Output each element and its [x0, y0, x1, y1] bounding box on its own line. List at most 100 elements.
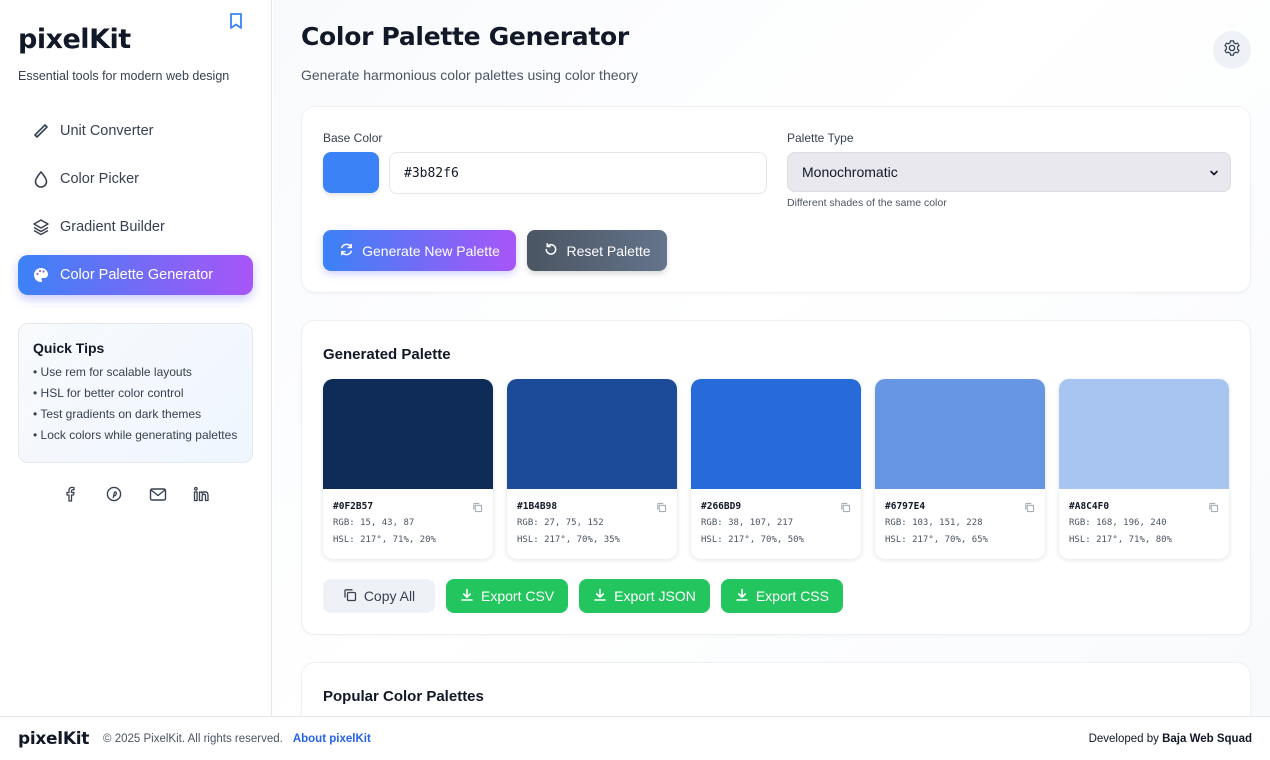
pinterest-icon[interactable] [105, 485, 123, 503]
color-rgb: RGB: 103, 151, 228 [885, 518, 983, 528]
generate-palette-label: Generate New Palette [362, 242, 500, 259]
download-icon [593, 588, 607, 605]
sidebar-item-color-picker[interactable]: Color Picker [18, 159, 253, 199]
export-css-label: Export CSS [755, 588, 829, 604]
color-hsl: HSL: 217°, 70%, 50% [701, 535, 804, 545]
refresh-icon [339, 242, 354, 260]
copy-icon [343, 588, 357, 605]
sidebar-item-gradient-builder[interactable]: Gradient Builder [18, 207, 253, 247]
color-card[interactable]: #1B4B98 RGB: 27, 75, 152 HSL: 217°, 70%,… [507, 379, 677, 559]
color-hex: #266BD9 [701, 501, 742, 512]
color-card[interactable]: #266BD9 RGB: 38, 107, 217 HSL: 217°, 70%… [691, 379, 861, 559]
color-hsl: HSL: 217°, 71%, 80% [1069, 535, 1172, 545]
popular-palettes-card: Popular Color Palettes [301, 662, 1251, 716]
copy-all-label: Copy All [363, 588, 416, 604]
download-icon [460, 588, 474, 605]
export-csv-label: Export CSV [481, 588, 555, 604]
sidebar-item-label: Color Picker [60, 171, 139, 187]
color-swatch[interactable] [1059, 379, 1229, 489]
copy-icon[interactable] [1208, 500, 1219, 513]
tip-item: • Test gradients on dark themes [33, 407, 202, 421]
settings-button[interactable] [1213, 31, 1251, 69]
tip-item: • Lock colors while generating palettes [33, 428, 238, 442]
undo-icon [543, 242, 558, 260]
page-title: Color Palette Generator [301, 22, 629, 51]
tip-item: • HSL for better color control [33, 386, 184, 400]
chevron-down-icon [1208, 166, 1220, 178]
reset-palette-button[interactable]: Reset Palette [527, 230, 667, 271]
social-links [18, 485, 253, 503]
export-csv-button[interactable]: Export CSV [446, 579, 569, 613]
copy-icon[interactable] [1024, 500, 1035, 513]
copy-icon[interactable] [840, 500, 851, 513]
export-css-button[interactable]: Export CSS [720, 579, 843, 613]
copy-icon[interactable] [472, 500, 483, 513]
sidebar-item-label: Unit Converter [60, 123, 154, 139]
brand-logo[interactable]: pixelKit [18, 24, 253, 55]
sidebar-item-label: Gradient Builder [60, 219, 165, 235]
tip-item: • Use rem for scalable layouts [33, 365, 192, 379]
sidebar-nav: Unit Converter Color Picker Gradient Bui… [18, 111, 253, 295]
palette-icon [32, 266, 50, 284]
palette-type-select[interactable]: Monochromatic [787, 152, 1231, 192]
quick-tips-title: Quick Tips [33, 340, 105, 356]
quick-tips-panel: Quick Tips • Use rem for scalable layout… [18, 323, 253, 463]
color-swatch[interactable] [691, 379, 861, 489]
sidebar-item-unit-converter[interactable]: Unit Converter [18, 111, 253, 151]
palette-swatches: #0F2B57 RGB: 15, 43, 87 HSL: 217°, 71%, … [323, 379, 1229, 559]
color-hex: #0F2B57 [333, 501, 374, 512]
mail-icon[interactable] [149, 485, 167, 503]
gear-icon [1223, 39, 1241, 62]
color-hex: #6797E4 [885, 501, 926, 512]
palette-type-label: Palette Type [787, 131, 854, 145]
color-hsl: HSL: 217°, 70%, 35% [517, 535, 620, 545]
developed-by-label: Developed by [1088, 732, 1159, 745]
palette-controls-card: Base Color #3b82f6 Palette Type Monochro… [301, 106, 1251, 293]
main-content: Color Palette Generator Generate harmoni… [273, 0, 1270, 716]
base-color-hex-input[interactable]: #3b82f6 [389, 152, 767, 194]
generated-palette-card: Generated Palette #0F2B57 RGB: 15, 43, 8… [301, 320, 1251, 635]
color-hex: #A8C4F0 [1069, 501, 1110, 512]
bookmark-icon[interactable] [228, 12, 244, 30]
copy-all-button[interactable]: Copy All [323, 579, 435, 613]
sidebar: pixelKit Essential tools for modern web … [0, 0, 272, 716]
ruler-icon [32, 122, 50, 140]
footer-logo[interactable]: pixelKit [18, 729, 89, 749]
generate-palette-button[interactable]: Generate New Palette [323, 230, 516, 271]
color-hsl: HSL: 217°, 70%, 65% [885, 535, 988, 545]
copy-icon[interactable] [656, 500, 667, 513]
color-card[interactable]: #A8C4F0 RGB: 168, 196, 240 HSL: 217°, 71… [1059, 379, 1229, 559]
color-card[interactable]: #6797E4 RGB: 103, 151, 228 HSL: 217°, 70… [875, 379, 1045, 559]
facebook-icon[interactable] [61, 485, 79, 503]
color-rgb: RGB: 27, 75, 152 [517, 518, 604, 528]
footer-developer-credit: Developed by Baja Web Squad [1089, 733, 1252, 745]
base-color-swatch[interactable] [323, 152, 379, 193]
developer-name[interactable]: Baja Web Squad [1162, 733, 1252, 745]
color-card[interactable]: #0F2B57 RGB: 15, 43, 87 HSL: 217°, 71%, … [323, 379, 493, 559]
base-color-label: Base Color [323, 131, 383, 145]
page-subtitle: Generate harmonious color palettes using… [301, 67, 638, 83]
color-swatch[interactable] [507, 379, 677, 489]
footer-copyright: © 2025 PixelKit. All rights reserved. [103, 732, 283, 745]
color-swatch[interactable] [323, 379, 493, 489]
brand-tagline: Essential tools for modern web design [18, 69, 230, 83]
color-hex: #1B4B98 [517, 501, 558, 512]
color-rgb: RGB: 38, 107, 217 [701, 518, 794, 528]
about-link[interactable]: About pixelKit [293, 733, 371, 745]
sidebar-item-color-palette-generator[interactable]: Color Palette Generator [18, 255, 253, 295]
color-hsl: HSL: 217°, 71%, 20% [333, 535, 436, 545]
sidebar-item-label: Color Palette Generator [60, 267, 214, 283]
layers-icon [32, 218, 50, 236]
color-rgb: RGB: 168, 196, 240 [1069, 518, 1167, 528]
reset-palette-label: Reset Palette [566, 242, 651, 259]
color-rgb: RGB: 15, 43, 87 [333, 518, 415, 528]
popular-palettes-title: Popular Color Palettes [323, 688, 484, 705]
color-swatch[interactable] [875, 379, 1045, 489]
download-icon [735, 588, 749, 605]
linkedin-icon[interactable] [193, 485, 211, 503]
palette-type-value: Monochromatic [802, 164, 898, 180]
export-json-button[interactable]: Export JSON [579, 579, 710, 613]
export-json-label: Export JSON [614, 588, 696, 604]
palette-type-hint: Different shades of the same color [787, 197, 947, 209]
droplet-icon [32, 170, 50, 188]
